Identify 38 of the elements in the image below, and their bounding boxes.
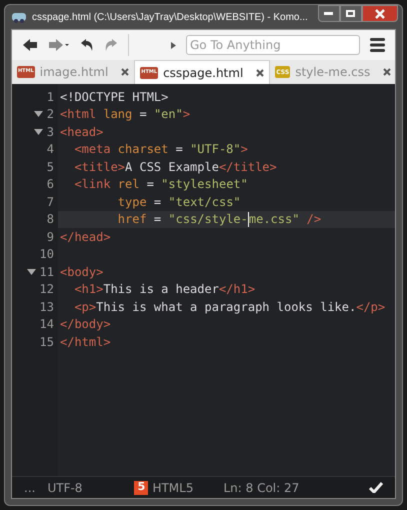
line-number: 12 (40, 281, 54, 298)
code-line: <!DOCTYPE HTML> (59, 88, 170, 106)
line-number: 15 (40, 334, 54, 351)
code-line: <h1>This is a header</h1> (73, 281, 256, 298)
tab-label: csspage.html (163, 64, 244, 82)
code-line: <head> (59, 124, 104, 140)
line-number: 2 (46, 106, 54, 124)
code-line: <title>A CSS Example</title> (73, 158, 278, 176)
search-field[interactable]: Go To Anything (186, 35, 360, 55)
code-line: </html> (59, 334, 112, 350)
encoding-label[interactable]: UTF-8 (47, 478, 82, 496)
line-number: 7 (46, 194, 54, 211)
cursor-position: Ln: 8 Col: 27 (223, 480, 300, 496)
line-number: 13 (40, 298, 54, 316)
tab-label: image.html (40, 64, 108, 81)
line-number: 14 (40, 316, 54, 334)
line-number: 8 (46, 211, 54, 228)
code-line: <body> (59, 264, 104, 280)
line-number: 4 (46, 141, 54, 158)
code-line: <p>This is what a paragraph looks like.</p> (73, 298, 386, 316)
line-number: 1 (46, 88, 54, 106)
more-button[interactable]: ... (24, 478, 36, 496)
code-line: <meta charset = "UTF-8"> (73, 141, 249, 158)
line-number: 5 (46, 158, 54, 176)
line-number: 3 (46, 124, 54, 141)
code-line: type = "text/css" (116, 194, 242, 210)
tab-label: style-me.css (295, 64, 370, 81)
window-title: csspage.html (C:\Users\JayTray\Desktop\WEBSITE) - Komo... (32, 10, 308, 24)
code-line: </head> (59, 228, 112, 246)
code-line: <link rel = "stylesheet" (73, 176, 249, 193)
line-number: 6 (46, 176, 54, 194)
line-number: 9 (46, 228, 54, 246)
code-line: </body> (59, 316, 112, 333)
html5-icon: 5 (134, 480, 148, 494)
code-line: <html lang = "en"> (59, 106, 192, 123)
line-number: 10 (40, 246, 54, 264)
language-label[interactable]: HTML5 (152, 478, 194, 496)
line-number: 11 (40, 264, 54, 281)
